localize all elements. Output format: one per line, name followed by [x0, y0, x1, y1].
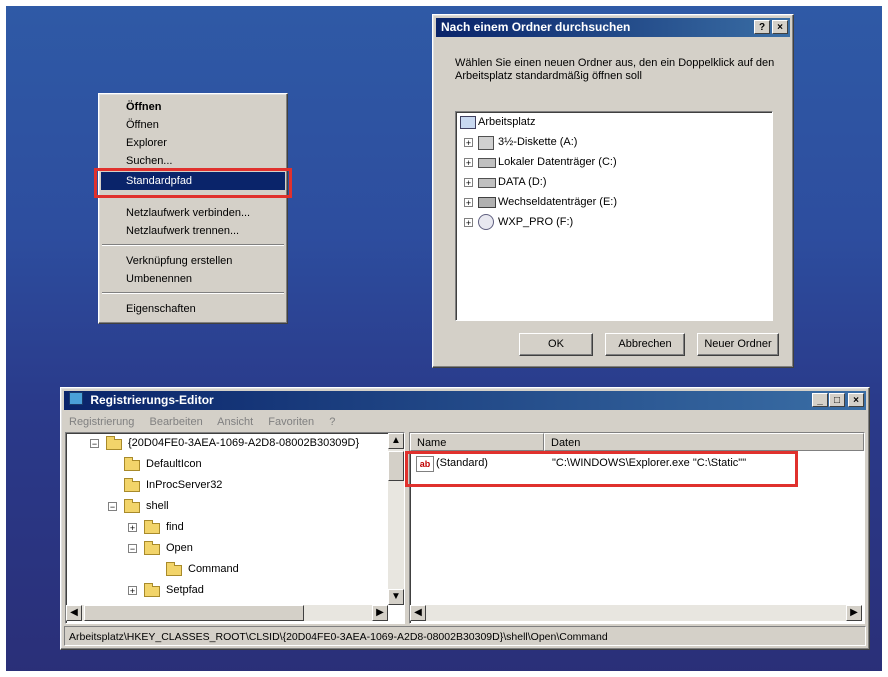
tree-item-wxp-pro-f[interactable]: WXP_PRO (F:): [498, 214, 573, 230]
folder-icon: [124, 478, 140, 492]
computer-icon: [460, 116, 476, 129]
scroll-thumb[interactable]: [84, 605, 304, 621]
menu-item-rename[interactable]: Umbenennen: [101, 270, 285, 288]
scroll-thumb[interactable]: [388, 451, 404, 481]
menu-item-explorer[interactable]: Explorer: [101, 134, 285, 152]
registry-menubar: Registrierung Bearbeiten Ansicht Favorit…: [69, 414, 347, 430]
highlight-box-value: [405, 451, 798, 487]
registry-title: Registrierungs-Editor: [90, 393, 214, 407]
maximize-button[interactable]: □: [829, 393, 845, 407]
menu-ansicht[interactable]: Ansicht: [217, 416, 253, 428]
menu-separator: [102, 244, 284, 246]
dialog-description: Wählen Sie einen neuen Ordner aus, den e…: [455, 57, 775, 82]
folder-icon: [124, 457, 140, 471]
tree-key-setpfad[interactable]: Setpfad: [166, 582, 204, 598]
tree-item-removable-e[interactable]: Wechseldatenträger (E:): [498, 194, 617, 210]
expand-icon[interactable]: +: [128, 586, 137, 596]
folder-icon: [106, 436, 122, 450]
expand-icon[interactable]: +: [464, 138, 473, 148]
scroll-right-arrow-icon[interactable]: ▶: [846, 605, 862, 621]
close-button[interactable]: ×: [772, 20, 788, 34]
menu-item-map-network-drive[interactable]: Netzlaufwerk verbinden...: [101, 204, 285, 222]
expand-icon[interactable]: +: [464, 218, 473, 228]
column-header-data[interactable]: Daten: [544, 433, 864, 451]
scroll-up-arrow-icon[interactable]: ▲: [388, 433, 404, 449]
tree-item-local-disk-c[interactable]: Lokaler Datenträger (C:): [498, 154, 617, 170]
tree-key-command[interactable]: Command: [188, 561, 239, 577]
menu-help[interactable]: ?: [329, 416, 335, 428]
scroll-left-arrow-icon[interactable]: ◀: [410, 605, 426, 621]
folder-icon: [144, 520, 160, 534]
tree-key-defaulticon[interactable]: DefaultIcon: [146, 456, 202, 472]
folder-icon: [144, 583, 160, 597]
ok-button[interactable]: OK: [519, 333, 593, 356]
floppy-drive-icon: [478, 136, 494, 150]
registry-titlebar: Registrierungs-Editor _ □ ×: [64, 391, 866, 410]
column-header-name[interactable]: Name: [410, 433, 544, 451]
regedit-app-icon: [69, 392, 83, 405]
tree-horizontal-scrollbar[interactable]: ◀ ▶: [66, 605, 388, 621]
cancel-button[interactable]: Abbrechen: [605, 333, 685, 356]
expand-icon[interactable]: +: [464, 198, 473, 208]
expand-icon[interactable]: +: [464, 158, 473, 168]
tree-key-clsid[interactable]: {20D04FE0-3AEA-1069-A2D8-08002B30309D}: [128, 435, 359, 451]
menu-separator: [102, 292, 284, 294]
collapse-icon[interactable]: −: [128, 544, 137, 554]
menu-item-create-shortcut[interactable]: Verknüpfung erstellen: [101, 252, 285, 270]
collapse-icon[interactable]: −: [108, 502, 117, 512]
context-menu: Öffnen Öffnen Explorer Suchen... Standar…: [98, 93, 288, 324]
minimize-button[interactable]: _: [812, 393, 828, 407]
removable-drive-icon: [478, 197, 496, 208]
hard-drive-icon: [478, 158, 496, 168]
help-button[interactable]: ?: [754, 20, 770, 34]
menu-favoriten[interactable]: Favoriten: [268, 416, 314, 428]
menu-item-open[interactable]: Öffnen: [101, 116, 285, 134]
menu-bearbeiten[interactable]: Bearbeiten: [149, 416, 202, 428]
tree-item-floppy[interactable]: 3½-Diskette (A:): [498, 134, 577, 150]
tree-key-find[interactable]: find: [166, 519, 184, 535]
expand-icon[interactable]: +: [128, 523, 137, 533]
collapse-icon[interactable]: −: [90, 439, 99, 449]
scroll-down-arrow-icon[interactable]: ▼: [388, 589, 404, 605]
expand-icon[interactable]: +: [464, 178, 473, 188]
dialog-title: Nach einem Ordner durchsuchen: [441, 20, 631, 34]
folder-icon: [124, 499, 140, 513]
dialog-titlebar: Nach einem Ordner durchsuchen ? ×: [436, 18, 790, 37]
menu-item-disconnect-network-drive[interactable]: Netzlaufwerk trennen...: [101, 222, 285, 240]
tree-vertical-scrollbar[interactable]: ▲ ▼: [388, 433, 404, 605]
menu-item-properties[interactable]: Eigenschaften: [101, 300, 285, 318]
registry-key-tree[interactable]: − {20D04FE0-3AEA-1069-A2D8-08002B30309D}…: [65, 432, 405, 624]
tree-item-data-d[interactable]: DATA (D:): [498, 174, 546, 190]
cd-drive-icon: [478, 214, 494, 230]
scroll-right-arrow-icon[interactable]: ▶: [372, 605, 388, 621]
browse-folder-dialog: Nach einem Ordner durchsuchen ? × Wählen…: [432, 14, 794, 368]
menu-item-open-default[interactable]: Öffnen: [101, 98, 285, 116]
tree-key-open[interactable]: Open: [166, 540, 193, 556]
highlight-box-menu: [94, 168, 292, 198]
folder-icon: [144, 541, 160, 555]
folder-tree[interactable]: Arbeitsplatz + 3½-Diskette (A:) + Lokale…: [455, 111, 773, 321]
tree-item-arbeitsplatz[interactable]: Arbeitsplatz: [478, 114, 535, 130]
registry-editor-window: Registrierungs-Editor _ □ × Registrierun…: [60, 387, 870, 650]
new-folder-button[interactable]: Neuer Ordner: [697, 333, 779, 356]
close-button[interactable]: ×: [848, 393, 864, 407]
scroll-left-arrow-icon[interactable]: ◀: [66, 605, 82, 621]
menu-registrierung[interactable]: Registrierung: [69, 416, 134, 428]
tree-key-shell[interactable]: shell: [146, 498, 169, 514]
hard-drive-icon: [478, 178, 496, 188]
folder-open-icon: [166, 562, 182, 576]
tree-key-inprocserver32[interactable]: InProcServer32: [146, 477, 222, 493]
values-horizontal-scrollbar[interactable]: ◀ ▶: [410, 605, 862, 621]
status-bar-path: Arbeitsplatz\HKEY_CLASSES_ROOT\CLSID\{20…: [64, 626, 866, 646]
